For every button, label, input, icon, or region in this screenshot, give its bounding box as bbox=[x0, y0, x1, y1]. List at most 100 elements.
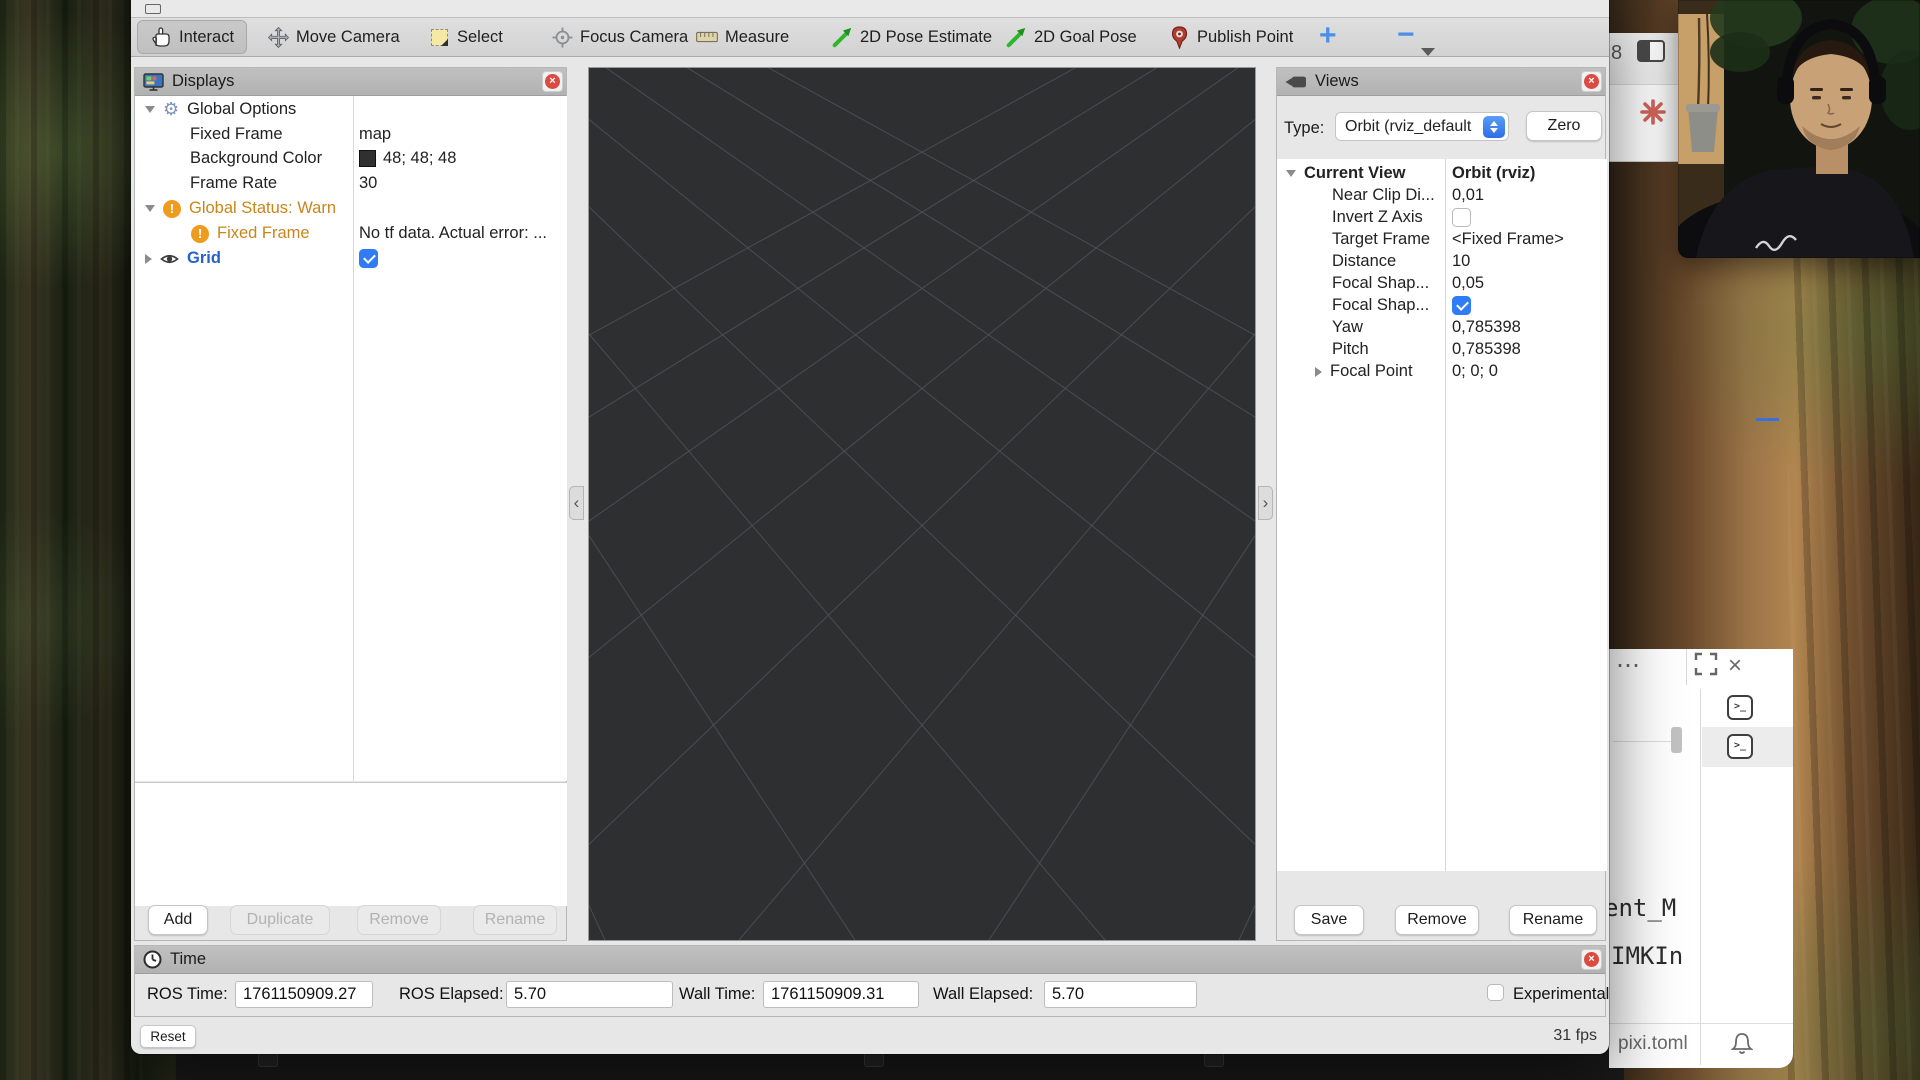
sidebar-toggle-icon[interactable] bbox=[1637, 40, 1665, 62]
wall-time-field[interactable]: 1761150909.31 bbox=[763, 981, 919, 1008]
ros-time-field[interactable]: 1761150909.27 bbox=[235, 981, 373, 1008]
reset-button[interactable]: Reset bbox=[140, 1025, 196, 1048]
tree-row-pitch[interactable]: Pitch bbox=[1332, 338, 1369, 361]
column-divider[interactable] bbox=[1445, 159, 1446, 871]
value-fixed-frame-status[interactable]: No tf data. Actual error: ... bbox=[359, 221, 547, 246]
value-frame-rate[interactable]: 30 bbox=[359, 171, 377, 196]
tree-row-grid[interactable]: Grid bbox=[145, 246, 221, 271]
tree-row-global-options[interactable]: ⚙ Global Options bbox=[145, 97, 296, 122]
column-divider[interactable] bbox=[353, 96, 354, 781]
value-background-color[interactable]: 48; 48; 48 bbox=[359, 146, 456, 171]
tree-row-global-status[interactable]: ! Global Status: Warn bbox=[145, 196, 336, 221]
invert-z-checkbox[interactable] bbox=[1452, 208, 1471, 227]
rename-display-button[interactable]: Rename bbox=[473, 905, 557, 935]
row-value: No tf data. Actual error: ... bbox=[359, 224, 547, 243]
toolbar-overflow-chevron-icon[interactable] bbox=[1421, 48, 1435, 56]
time-close-button[interactable]: × bbox=[1581, 949, 1602, 970]
tree-row-invert-z[interactable]: Invert Z Axis bbox=[1332, 206, 1423, 229]
chevron-down-icon[interactable] bbox=[1286, 170, 1296, 177]
value-target-frame[interactable]: <Fixed Frame> bbox=[1452, 228, 1564, 251]
terminal-icon[interactable]: >_ bbox=[1727, 734, 1753, 759]
value-focal-point[interactable]: 0; 0; 0 bbox=[1452, 360, 1498, 383]
monitor-icon bbox=[143, 73, 164, 91]
duplicate-display-button[interactable]: Duplicate bbox=[230, 905, 330, 935]
value-current-view[interactable]: Orbit (rviz) bbox=[1452, 162, 1535, 185]
tree-row-background-color[interactable]: Background Color bbox=[190, 146, 322, 171]
tree-row-yaw[interactable]: Yaw bbox=[1332, 316, 1363, 339]
tree-row-frame-rate[interactable]: Frame Rate bbox=[190, 171, 277, 196]
value-focal-shape-size[interactable]: 0,05 bbox=[1452, 272, 1484, 295]
tree-row-focal-shape-fixed[interactable]: Focal Shap... bbox=[1332, 294, 1429, 317]
panel-title: Views bbox=[1315, 72, 1359, 91]
collapse-left-arrow[interactable]: ‹ bbox=[569, 486, 584, 520]
remove-display-button[interactable]: Remove bbox=[357, 905, 441, 935]
tree-row-current-view[interactable]: Current View bbox=[1286, 162, 1405, 185]
chevron-right-icon[interactable] bbox=[145, 254, 152, 264]
time-panel: Time × ROS Time: 1761150909.27 ROS Elaps… bbox=[134, 945, 1606, 1017]
taskbar-item bbox=[258, 1052, 278, 1067]
views-close-button[interactable]: × bbox=[1581, 71, 1602, 92]
save-view-button[interactable]: Save bbox=[1294, 905, 1364, 935]
chevron-right-icon[interactable] bbox=[1315, 367, 1322, 377]
tree-row-fixed-frame-status[interactable]: ! Fixed Frame bbox=[191, 221, 310, 246]
wall-time-label: Wall Time: bbox=[679, 985, 755, 1004]
grid-enabled-checkbox[interactable] bbox=[359, 249, 378, 268]
bell-icon[interactable] bbox=[1731, 1032, 1753, 1056]
value-near-clip[interactable]: 0,01 bbox=[1452, 184, 1484, 207]
remove-tool-button[interactable]: − bbox=[1397, 18, 1415, 52]
experimental-checkbox[interactable] bbox=[1487, 984, 1504, 1001]
divider bbox=[1700, 689, 1701, 1065]
displays-panel-header[interactable]: Displays × bbox=[135, 68, 566, 96]
view-type-dropdown[interactable]: Orbit (rviz_default bbox=[1335, 112, 1509, 141]
tool-measure[interactable]: Measure bbox=[696, 18, 789, 56]
tool-2d-goal-pose[interactable]: 2D Goal Pose bbox=[1005, 18, 1137, 56]
partial-glyph: 8 bbox=[1611, 42, 1622, 65]
scrollbar-thumb[interactable] bbox=[1671, 727, 1682, 753]
tool-move-camera[interactable]: Move Camera bbox=[267, 18, 400, 56]
time-panel-header[interactable]: Time × bbox=[135, 946, 1605, 974]
views-panel-header[interactable]: Views × bbox=[1277, 68, 1605, 96]
wall-elapsed-field[interactable]: 5.70 bbox=[1044, 981, 1197, 1008]
rviz-window: Interact Move Camera Select bbox=[131, 0, 1609, 1054]
focal-shape-checkbox[interactable] bbox=[1452, 296, 1471, 315]
stepper-icon[interactable] bbox=[1483, 116, 1505, 138]
tool-interact[interactable]: Interact bbox=[137, 20, 247, 54]
terminal-icon[interactable]: >_ bbox=[1727, 695, 1753, 720]
remove-view-button[interactable]: Remove bbox=[1395, 905, 1479, 935]
tree-row-focal-shape-size[interactable]: Focal Shap... bbox=[1332, 272, 1429, 295]
tree-row-target-frame[interactable]: Target Frame bbox=[1332, 228, 1430, 251]
row-label: Yaw bbox=[1332, 318, 1363, 337]
panel-title: Time bbox=[170, 950, 206, 969]
color-swatch bbox=[359, 150, 376, 167]
collapse-right-arrow[interactable]: › bbox=[1258, 486, 1273, 520]
row-value: 0,785398 bbox=[1452, 340, 1521, 359]
tool-focus-camera[interactable]: Focus Camera bbox=[551, 18, 688, 56]
background-blue-dash bbox=[1756, 418, 1779, 421]
value-pitch[interactable]: 0,785398 bbox=[1452, 338, 1521, 361]
tree-row-fixed-frame[interactable]: Fixed Frame bbox=[190, 122, 283, 147]
add-tool-button[interactable]: + bbox=[1319, 19, 1337, 53]
zero-button[interactable]: Zero bbox=[1526, 111, 1602, 141]
value-yaw[interactable]: 0,785398 bbox=[1452, 316, 1521, 339]
tool-publish-point[interactable]: Publish Point bbox=[1168, 18, 1293, 56]
tool-2d-pose-estimate[interactable]: 2D Pose Estimate bbox=[831, 18, 992, 56]
ros-elapsed-field[interactable]: 5.70 bbox=[506, 981, 673, 1008]
status-file-label[interactable]: pixi.toml bbox=[1618, 1033, 1688, 1055]
rename-view-button[interactable]: Rename bbox=[1509, 905, 1597, 935]
tree-row-distance[interactable]: Distance bbox=[1332, 250, 1396, 273]
row-value: <Fixed Frame> bbox=[1452, 230, 1564, 249]
value-fixed-frame[interactable]: map bbox=[359, 122, 391, 147]
tree-row-focal-point[interactable]: Focal Point bbox=[1315, 360, 1413, 383]
chevron-down-icon[interactable] bbox=[145, 205, 155, 212]
tree-row-near-clip[interactable]: Near Clip Di... bbox=[1332, 184, 1435, 207]
displays-close-button[interactable]: × bbox=[542, 71, 563, 92]
value-distance[interactable]: 10 bbox=[1452, 250, 1470, 273]
more-options-button[interactable]: ⋯ bbox=[1616, 651, 1641, 680]
close-icon[interactable]: × bbox=[1728, 652, 1742, 680]
tool-select[interactable]: Select bbox=[428, 18, 503, 56]
fullscreen-icon[interactable] bbox=[1694, 652, 1718, 676]
chevron-down-icon[interactable] bbox=[145, 106, 155, 113]
add-display-button[interactable]: Add bbox=[148, 905, 208, 935]
3d-viewport[interactable] bbox=[588, 67, 1256, 941]
row-label: Frame Rate bbox=[190, 174, 277, 193]
